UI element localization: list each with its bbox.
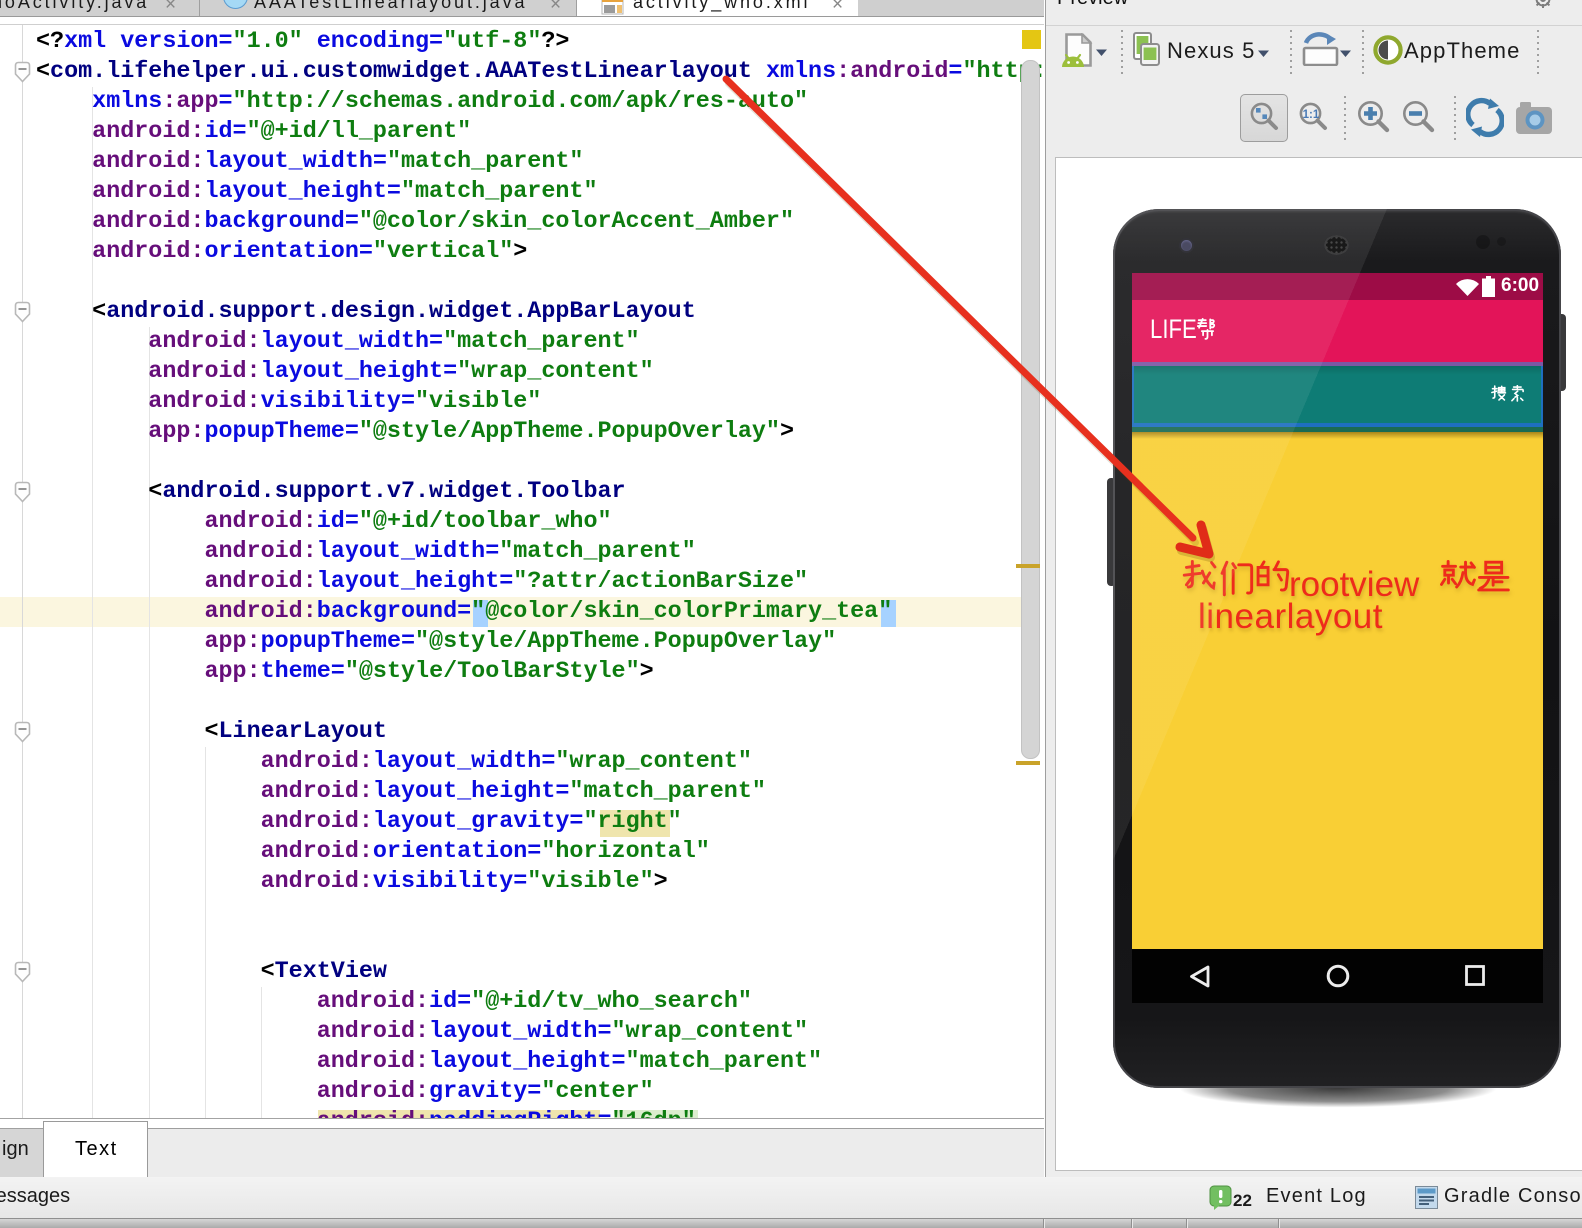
svg-text:1:1: 1:1: [1303, 109, 1320, 121]
